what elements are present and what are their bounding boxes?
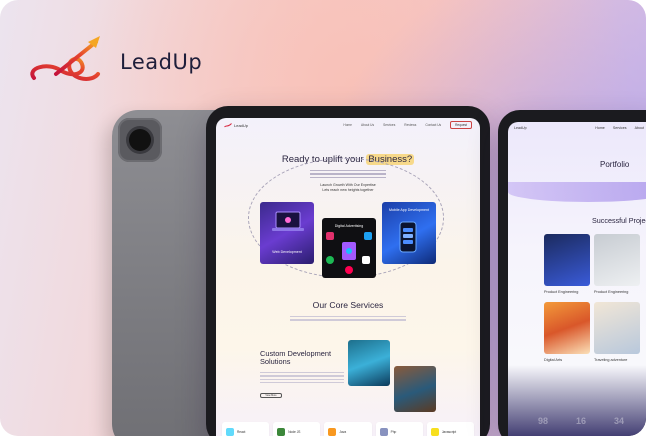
- service-card-web-label: Web Development: [272, 250, 302, 254]
- tech-label: Javascript: [441, 430, 457, 434]
- service-card-digital-ads[interactable]: Digital Advertising: [322, 218, 376, 278]
- javascript-icon: [430, 428, 439, 436]
- custom-dev-image-1: [348, 340, 390, 386]
- stat-value: 98: [538, 416, 549, 426]
- tech-item-java[interactable]: Java: [324, 422, 372, 436]
- tech-stack-row: React Node JS Java Php Javascript: [222, 422, 475, 436]
- phone-icon: [399, 221, 417, 253]
- nav-link-about[interactable]: About Us: [361, 123, 374, 127]
- custom-dev-title: Custom Development Solutions: [260, 349, 332, 366]
- nav-link-reviews[interactable]: Reviews: [404, 123, 416, 127]
- logo-mini-icon: [224, 122, 232, 127]
- leadup-logo-icon: [30, 36, 100, 81]
- nav-link-contact[interactable]: Contact Us: [425, 123, 441, 127]
- tablet-right: LeadUp Home Services About Portfolio Suc…: [498, 110, 646, 436]
- laptop-icon: [272, 211, 304, 231]
- tech-label: React: [237, 430, 246, 434]
- php-icon: [379, 428, 388, 436]
- brand-name: LeadUp: [120, 50, 203, 74]
- portfolio-title: Portfolio: [600, 160, 630, 169]
- nav-cta-button[interactable]: Request: [450, 121, 472, 129]
- nav-link-services[interactable]: Services: [383, 123, 395, 127]
- brand-header: LeadUp: [26, 34, 202, 90]
- portfolio-nav-about[interactable]: About: [635, 126, 644, 130]
- tech-item-javascript[interactable]: Javascript: [426, 422, 475, 436]
- project-card-1[interactable]: [544, 234, 590, 286]
- nav-logo-text: LeadUp: [234, 122, 249, 128]
- project-card-4[interactable]: [594, 302, 640, 354]
- camera-bump: [118, 118, 162, 162]
- custom-dev-image-2: [394, 366, 436, 412]
- services-text-placeholder: [290, 316, 406, 323]
- stat-value: 16: [576, 416, 587, 426]
- portfolio-hero-shape: [508, 182, 646, 202]
- project-caption-4: Traveling adventure: [594, 358, 628, 362]
- service-card-web[interactable]: Web Development: [260, 202, 314, 264]
- custom-dev-button[interactable]: View More: [260, 393, 282, 398]
- social-apps-icon: [326, 232, 372, 274]
- projects-section-title: Successful Projects: [592, 216, 646, 225]
- camera-lens-icon: [129, 129, 151, 151]
- project-card-2[interactable]: [594, 234, 640, 286]
- background-canvas: LeadUp LeadUp Home About Us Services Rev…: [0, 0, 646, 436]
- services-title: Our Core Services: [312, 300, 384, 310]
- nav-link-home[interactable]: Home: [343, 123, 352, 127]
- tech-item-php[interactable]: Php: [375, 422, 423, 436]
- nav-links: Home About Us Services Reviews Contact U…: [343, 121, 472, 129]
- custom-dev-text-placeholder: [260, 372, 344, 386]
- stat-value: 34: [614, 416, 625, 426]
- website-nav: LeadUp Home About Us Services Reviews Co…: [216, 118, 480, 132]
- tech-item-node[interactable]: Node JS: [273, 422, 321, 436]
- service-card-mobile-label: Mobile App Development: [389, 208, 429, 212]
- service-card-mobile[interactable]: Mobile App Development: [382, 202, 436, 264]
- main-screen: LeadUp Home About Us Services Reviews Co…: [216, 118, 480, 436]
- stats-row: 98 16 34: [538, 416, 624, 426]
- tech-item-react[interactable]: React: [222, 422, 270, 436]
- react-icon: [226, 428, 234, 436]
- java-icon: [328, 428, 337, 436]
- nav-logo[interactable]: LeadUp: [224, 123, 248, 128]
- project-caption-2: Product Engineering: [594, 290, 629, 294]
- project-card-3[interactable]: [544, 302, 590, 354]
- portfolio-nav-logo[interactable]: LeadUp: [514, 126, 527, 130]
- tablet-main: LeadUp Home About Us Services Reviews Co…: [206, 106, 490, 436]
- service-card-ads-label: Digital Advertising: [334, 224, 364, 228]
- nodejs-icon: [277, 428, 286, 436]
- portfolio-screen: LeadUp Home Services About Portfolio Suc…: [508, 122, 646, 436]
- tech-label: Java: [339, 430, 347, 434]
- portfolio-nav: LeadUp Home Services About: [514, 126, 644, 130]
- tech-label: Php: [390, 430, 397, 434]
- portfolio-nav-home[interactable]: Home: [595, 126, 605, 130]
- project-caption-1: Product Engineering: [544, 290, 579, 294]
- project-caption-3: Digital Arts: [544, 358, 563, 362]
- portfolio-nav-services[interactable]: Services: [613, 126, 627, 130]
- tech-label: Node JS: [288, 430, 301, 434]
